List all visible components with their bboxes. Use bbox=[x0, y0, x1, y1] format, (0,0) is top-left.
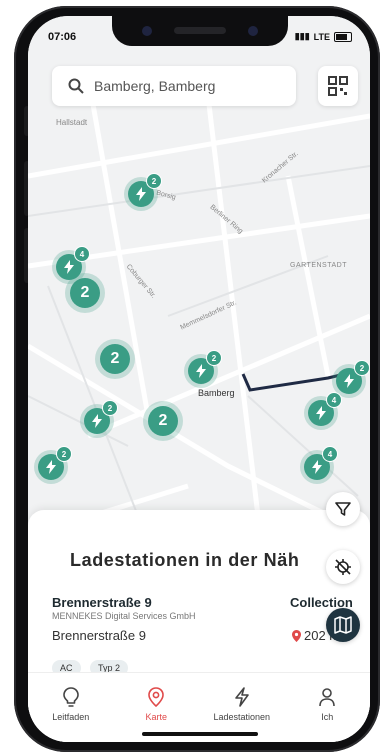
lightning-icon bbox=[316, 406, 326, 420]
map-layer-button[interactable] bbox=[326, 608, 360, 642]
lightning-icon bbox=[344, 374, 354, 388]
station-operator: MENNEKES Digital Services GmbH bbox=[52, 611, 196, 621]
location-off-icon bbox=[335, 559, 351, 575]
filter-button[interactable] bbox=[326, 492, 360, 526]
pin-count-badge: 2 bbox=[102, 400, 118, 416]
charging-pin[interactable]: 2 bbox=[38, 446, 72, 480]
charging-pin[interactable]: 4 bbox=[56, 246, 90, 280]
pin-count-badge: 4 bbox=[322, 446, 338, 462]
filter-icon bbox=[335, 502, 351, 516]
location-toggle-button[interactable] bbox=[326, 550, 360, 584]
app-screen: Hallstadt GARTENSTADT Bamberg Memmelsdor… bbox=[28, 16, 370, 742]
search-icon bbox=[68, 78, 84, 94]
signal-icon: ▮▮▮ bbox=[294, 31, 310, 41]
map-pin-icon bbox=[148, 687, 165, 707]
battery-icon bbox=[334, 31, 352, 42]
location-pin-icon bbox=[292, 629, 301, 642]
status-indicators: ▮▮▮ LTE bbox=[295, 31, 352, 42]
lightbulb-icon bbox=[62, 687, 79, 707]
status-time: 07:06 bbox=[48, 31, 77, 43]
pin-count-badge: 2 bbox=[56, 446, 72, 462]
station-address: Brennerstraße 9 bbox=[52, 628, 146, 643]
notch bbox=[112, 16, 288, 46]
pin-count-badge: 2 bbox=[354, 360, 370, 376]
search-bar[interactable]: Bamberg, Bamberg bbox=[52, 66, 296, 106]
sheet-title: Ladestationen in der Näh bbox=[70, 550, 300, 570]
charging-pin[interactable]: 4 bbox=[308, 392, 342, 426]
lightning-icon bbox=[196, 364, 206, 378]
speaker-grille bbox=[174, 27, 226, 34]
charging-pin[interactable]: 2 bbox=[128, 173, 162, 207]
tab-ich[interactable]: Ich bbox=[285, 673, 371, 742]
tab-label: Ladestationen bbox=[213, 712, 271, 722]
charging-pin[interactable]: 2 bbox=[188, 350, 222, 384]
lightning-icon bbox=[234, 687, 249, 707]
pin-count-badge: 2 bbox=[206, 350, 222, 366]
tab-label: Leitfaden bbox=[52, 712, 90, 722]
qr-scan-button[interactable] bbox=[318, 66, 358, 106]
map-cluster[interactable]: 2 bbox=[148, 406, 178, 436]
sensor-icon bbox=[248, 26, 258, 36]
qr-code-icon bbox=[328, 76, 348, 96]
charging-pin[interactable]: 2 bbox=[84, 400, 118, 434]
lightning-icon bbox=[312, 460, 322, 474]
search-input[interactable]: Bamberg, Bamberg bbox=[94, 78, 215, 94]
lightning-icon bbox=[64, 260, 74, 274]
map-cluster[interactable]: 2 bbox=[70, 278, 100, 308]
map-cluster[interactable]: 2 bbox=[100, 344, 130, 374]
tab-leitfaden[interactable]: Leitfaden bbox=[28, 673, 114, 742]
network-label: LTE bbox=[313, 31, 330, 42]
map-label-hallstadt: Hallstadt bbox=[56, 118, 88, 127]
lightning-icon bbox=[92, 414, 102, 428]
tab-label: Ich bbox=[321, 712, 334, 722]
tab-label: Karte bbox=[145, 712, 167, 722]
camera-icon bbox=[142, 26, 152, 36]
charging-pin[interactable]: 4 bbox=[304, 446, 338, 480]
nearby-stations-sheet[interactable]: Ladestationen in der Näh Brennerstraße 9… bbox=[28, 510, 370, 690]
charging-pin[interactable]: 2 bbox=[336, 360, 370, 394]
pin-count-badge: 2 bbox=[146, 173, 162, 189]
pin-count-badge: 4 bbox=[326, 392, 342, 408]
map-icon bbox=[334, 616, 352, 634]
home-indicator bbox=[142, 732, 258, 736]
map-label-gartenstadt: GARTENSTADT bbox=[290, 262, 347, 269]
lightning-icon bbox=[136, 187, 146, 201]
station-name[interactable]: Brennerstraße 9 bbox=[52, 595, 152, 610]
person-icon bbox=[319, 688, 336, 707]
pin-count-badge: 4 bbox=[74, 246, 90, 262]
lightning-icon bbox=[46, 460, 56, 474]
map-label-bamberg: Bamberg bbox=[198, 388, 235, 398]
